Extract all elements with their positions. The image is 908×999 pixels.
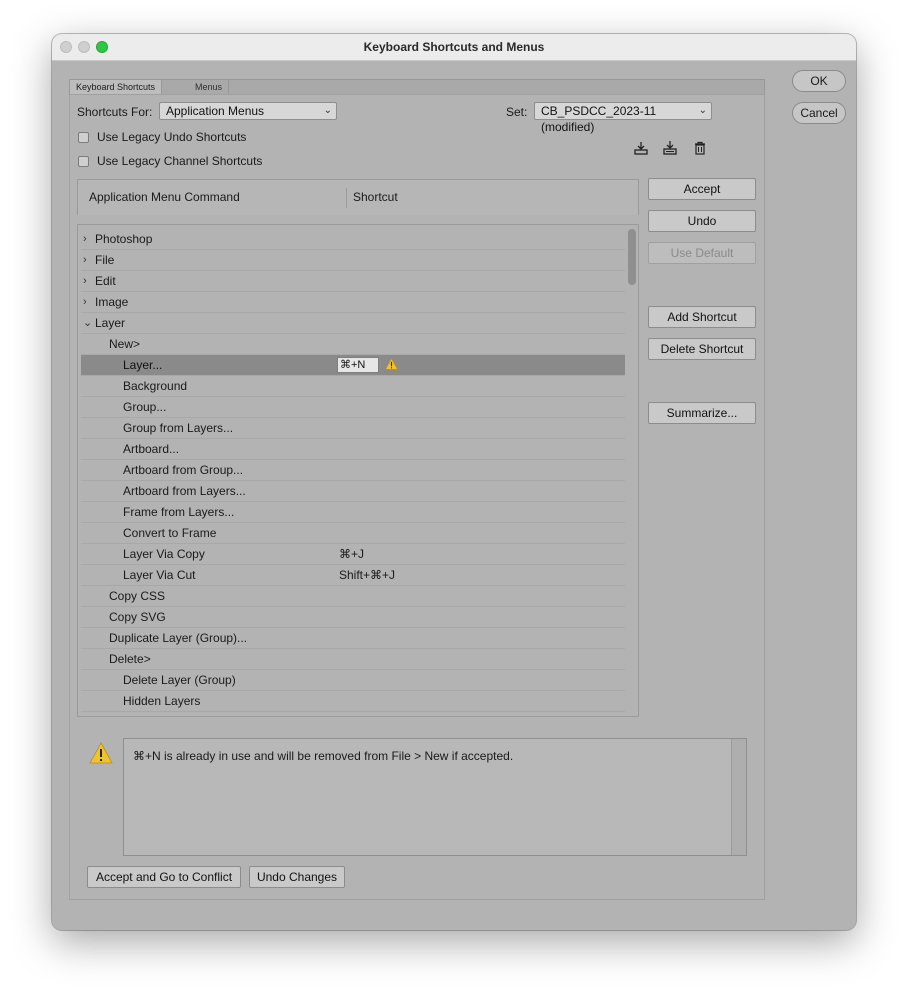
row-command-label: Artboard... bbox=[123, 442, 180, 456]
row-command-label: Layer bbox=[95, 316, 126, 330]
shortcuts-for-value: Application Menus bbox=[166, 104, 265, 118]
delete-shortcut-button[interactable]: Delete Shortcut bbox=[648, 338, 756, 360]
row-command-label: Copy CSS bbox=[109, 589, 166, 603]
table-header: Application Menu Command Shortcut bbox=[77, 179, 639, 215]
chevron-down-icon[interactable]: ⌄ bbox=[83, 313, 92, 333]
legacy-undo-label: Use Legacy Undo Shortcuts bbox=[97, 130, 247, 144]
row-command-label: Hidden Layers bbox=[123, 694, 201, 708]
shortcuts-for-label: Shortcuts For: bbox=[77, 105, 153, 119]
summarize-button[interactable]: Summarize... bbox=[648, 402, 756, 424]
window-title: Keyboard Shortcuts and Menus bbox=[363, 40, 545, 54]
shortcut-input[interactable]: ⌘+N bbox=[337, 357, 379, 373]
chevron-down-icon: ⌄ bbox=[323, 105, 332, 116]
row-command-label: Image bbox=[95, 295, 129, 309]
chevron-right-icon[interactable]: › bbox=[83, 271, 87, 291]
ok-button[interactable]: OK bbox=[792, 70, 846, 92]
tab-menus[interactable]: Menus bbox=[189, 80, 230, 94]
header-divider bbox=[346, 188, 347, 208]
row-command-label: Edit bbox=[95, 274, 116, 288]
legacy-channel-checkbox[interactable] bbox=[78, 156, 89, 167]
save-set-icon[interactable] bbox=[633, 140, 649, 156]
shortcuts-for-select[interactable]: Application Menus ⌄ bbox=[159, 102, 337, 120]
table-row[interactable]: ⌄ Layer bbox=[81, 313, 625, 334]
set-value: CB_PSDCC_2023-11 (modified) bbox=[541, 104, 657, 134]
table-row[interactable]: Duplicate Layer (Group)... bbox=[81, 628, 625, 649]
table-row[interactable]: Convert to Frame bbox=[81, 523, 625, 544]
row-command-label: Group from Layers... bbox=[123, 421, 234, 435]
row-command-label: Artboard from Group... bbox=[123, 463, 244, 477]
table-row[interactable]: Layer Via Copy ⌘+J bbox=[81, 544, 625, 565]
table-row[interactable]: › Edit bbox=[81, 271, 625, 292]
legacy-undo-checkbox[interactable] bbox=[78, 132, 89, 143]
table-row[interactable]: Delete Layer (Group) bbox=[81, 670, 625, 691]
table-row[interactable]: Frame from Layers... bbox=[81, 502, 625, 523]
chevron-right-icon[interactable]: › bbox=[83, 292, 87, 312]
table-row[interactable]: Layer Via Cut Shift+⌘+J bbox=[81, 565, 625, 586]
table-row[interactable]: › Image bbox=[81, 292, 625, 313]
trash-icon[interactable] bbox=[692, 140, 708, 156]
row-command-label: Copy SVG bbox=[109, 610, 166, 624]
tab-keyboard-shortcuts[interactable]: Keyboard Shortcuts bbox=[70, 80, 163, 94]
row-command-label: Photoshop bbox=[95, 232, 153, 246]
set-select[interactable]: CB_PSDCC_2023-11 (modified) ⌄ bbox=[534, 102, 712, 134]
row-command-label: Group... bbox=[123, 400, 167, 414]
row-command-label: Background bbox=[123, 379, 188, 393]
chevron-right-icon[interactable]: › bbox=[83, 250, 87, 270]
table-row[interactable]: Artboard... bbox=[81, 439, 625, 460]
row-command-label: Frame from Layers... bbox=[123, 505, 235, 519]
table-row[interactable]: Group from Layers... bbox=[81, 418, 625, 439]
table-row[interactable]: Group... bbox=[81, 397, 625, 418]
table-row[interactable]: › Photoshop bbox=[81, 229, 625, 250]
accept-button[interactable]: Accept bbox=[648, 178, 756, 200]
chevron-right-icon[interactable]: › bbox=[83, 229, 87, 249]
table-row[interactable]: › File bbox=[81, 250, 625, 271]
new-set-icon[interactable] bbox=[662, 140, 678, 156]
set-label: Set: bbox=[506, 105, 528, 119]
row-shortcut: Shift+⌘+J bbox=[339, 568, 396, 582]
keyboard-shortcuts-dialog: Keyboard Shortcuts and Menus OK Cancel K… bbox=[52, 34, 856, 930]
table-row[interactable]: Background bbox=[81, 376, 625, 397]
row-command-label: Layer Via Copy bbox=[123, 547, 205, 561]
table-row[interactable]: Copy CSS bbox=[81, 586, 625, 607]
row-command-label: Artboard from Layers... bbox=[123, 484, 246, 498]
tab-bar: Keyboard Shortcuts Menus bbox=[69, 79, 765, 95]
undo-changes-button[interactable]: Undo Changes bbox=[249, 866, 345, 888]
cancel-button[interactable]: Cancel bbox=[792, 102, 846, 124]
table-scrollbar[interactable] bbox=[628, 229, 636, 285]
table-row[interactable]: Layer... ⌘+N bbox=[81, 355, 625, 376]
legacy-channel-label: Use Legacy Channel Shortcuts bbox=[97, 154, 263, 168]
conflict-message-box: ⌘+N is already in use and will be remove… bbox=[123, 738, 747, 856]
row-shortcut: ⌘+J bbox=[339, 547, 365, 561]
header-shortcut: Shortcut bbox=[353, 190, 398, 204]
use-default-button[interactable]: Use Default bbox=[648, 242, 756, 264]
table-row[interactable]: Hidden Layers bbox=[81, 691, 625, 712]
row-command-label: Delete> bbox=[109, 652, 151, 666]
row-command-label: Layer Via Cut bbox=[123, 568, 196, 582]
table-row[interactable]: Copy SVG bbox=[81, 607, 625, 628]
accept-and-go-to-conflict-button[interactable]: Accept and Go to Conflict bbox=[87, 866, 241, 888]
warning-icon bbox=[89, 742, 113, 764]
command-table[interactable]: › Photoshop › File › Edit › Image ⌄ Layer New> Laye… bbox=[77, 224, 639, 717]
undo-button[interactable]: Undo bbox=[648, 210, 756, 232]
table-row[interactable]: Artboard from Group... bbox=[81, 460, 625, 481]
title-bar: Keyboard Shortcuts and Menus bbox=[52, 34, 856, 61]
table-row[interactable]: New> bbox=[81, 334, 625, 355]
warning-icon bbox=[385, 358, 398, 370]
row-command-label: Convert to Frame bbox=[123, 526, 217, 540]
row-command-label: Layer... bbox=[123, 358, 163, 372]
row-command-label: New> bbox=[109, 337, 141, 351]
row-command-label: File bbox=[95, 253, 115, 267]
header-command: Application Menu Command bbox=[89, 190, 240, 204]
message-scrollbar[interactable] bbox=[731, 739, 746, 855]
chevron-down-icon: ⌄ bbox=[698, 105, 707, 116]
table-row[interactable]: Delete> bbox=[81, 649, 625, 670]
table-row[interactable]: Artboard from Layers... bbox=[81, 481, 625, 502]
conflict-message: ⌘+N is already in use and will be remove… bbox=[133, 749, 514, 763]
row-command-label: Delete Layer (Group) bbox=[123, 673, 236, 687]
row-command-label: Duplicate Layer (Group)... bbox=[109, 631, 248, 645]
add-shortcut-button[interactable]: Add Shortcut bbox=[648, 306, 756, 328]
